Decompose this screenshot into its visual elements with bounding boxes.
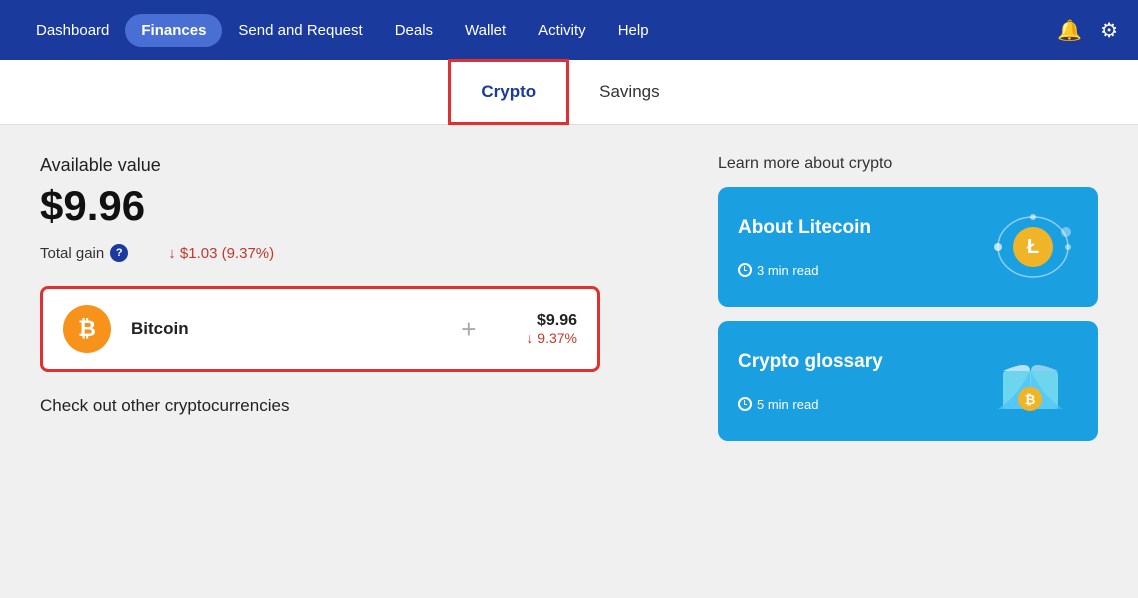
glossary-card-time: 5 min read <box>738 397 883 412</box>
nav-deals[interactable]: Deals <box>379 14 449 47</box>
nav-dashboard[interactable]: Dashboard <box>20 14 125 47</box>
svg-text:Ł: Ł <box>1027 236 1039 258</box>
glossary-card-title: Crypto glossary <box>738 351 883 373</box>
litecoin-illustration: Ł <box>988 207 1078 287</box>
nav-send-request[interactable]: Send and Request <box>222 14 378 47</box>
svg-text:₿: ₿ <box>1025 392 1036 407</box>
clock-icon-2 <box>738 397 752 411</box>
tab-crypto[interactable]: Crypto <box>448 59 569 125</box>
clock-icon <box>738 263 752 277</box>
book-illustration: ₿ <box>988 341 1078 421</box>
left-panel: Available value $9.96 Total gain ? ↓ $1.… <box>40 155 678 568</box>
bitcoin-name: Bitcoin <box>131 319 411 339</box>
litecoin-card-title: About Litecoin <box>738 217 871 239</box>
bitcoin-values: $9.96 ↓ 9.37% <box>526 312 577 346</box>
right-panel: Learn more about crypto About Litecoin 3… <box>718 155 1098 568</box>
litecoin-card-text: About Litecoin 3 min read <box>738 217 871 278</box>
info-icon[interactable]: ? <box>110 244 128 262</box>
bitcoin-usd-value: $9.96 <box>526 312 577 330</box>
available-label: Available value <box>40 155 678 176</box>
learn-card-litecoin[interactable]: About Litecoin 3 min read Ł <box>718 187 1098 307</box>
bitcoin-add-button[interactable]: + <box>461 314 476 345</box>
total-gain-row: Total gain ? ↓ $1.03 (9.37%) <box>40 244 678 262</box>
glossary-card-text: Crypto glossary 5 min read <box>738 351 883 412</box>
check-out-label: Check out other cryptocurrencies <box>40 396 678 416</box>
total-gain-value: ↓ $1.03 (9.37%) <box>168 245 274 262</box>
nav-help[interactable]: Help <box>602 14 665 47</box>
settings-gear-icon[interactable]: ⚙ <box>1100 18 1118 43</box>
bitcoin-logo-icon: ₿ <box>63 305 111 353</box>
litecoin-card-time: 3 min read <box>738 263 871 278</box>
notification-bell-icon[interactable]: 🔔 <box>1057 18 1082 43</box>
total-gain-label: Total gain ? <box>40 244 128 262</box>
bitcoin-pct-value: ↓ 9.37% <box>526 330 577 346</box>
learn-card-glossary[interactable]: Crypto glossary 5 min read ₿ <box>718 321 1098 441</box>
nav-finances[interactable]: Finances <box>125 14 222 47</box>
navbar: Dashboard Finances Send and Request Deal… <box>0 0 1138 60</box>
bitcoin-card[interactable]: ₿ Bitcoin + $9.96 ↓ 9.37% <box>40 286 600 372</box>
subnav: Crypto Savings <box>0 60 1138 125</box>
main-content: Available value $9.96 Total gain ? ↓ $1.… <box>0 125 1138 598</box>
learn-label: Learn more about crypto <box>718 155 1098 173</box>
nav-wallet[interactable]: Wallet <box>449 14 522 47</box>
nav-activity[interactable]: Activity <box>522 14 602 47</box>
available-value: $9.96 <box>40 182 678 230</box>
tab-savings[interactable]: Savings <box>569 62 689 122</box>
